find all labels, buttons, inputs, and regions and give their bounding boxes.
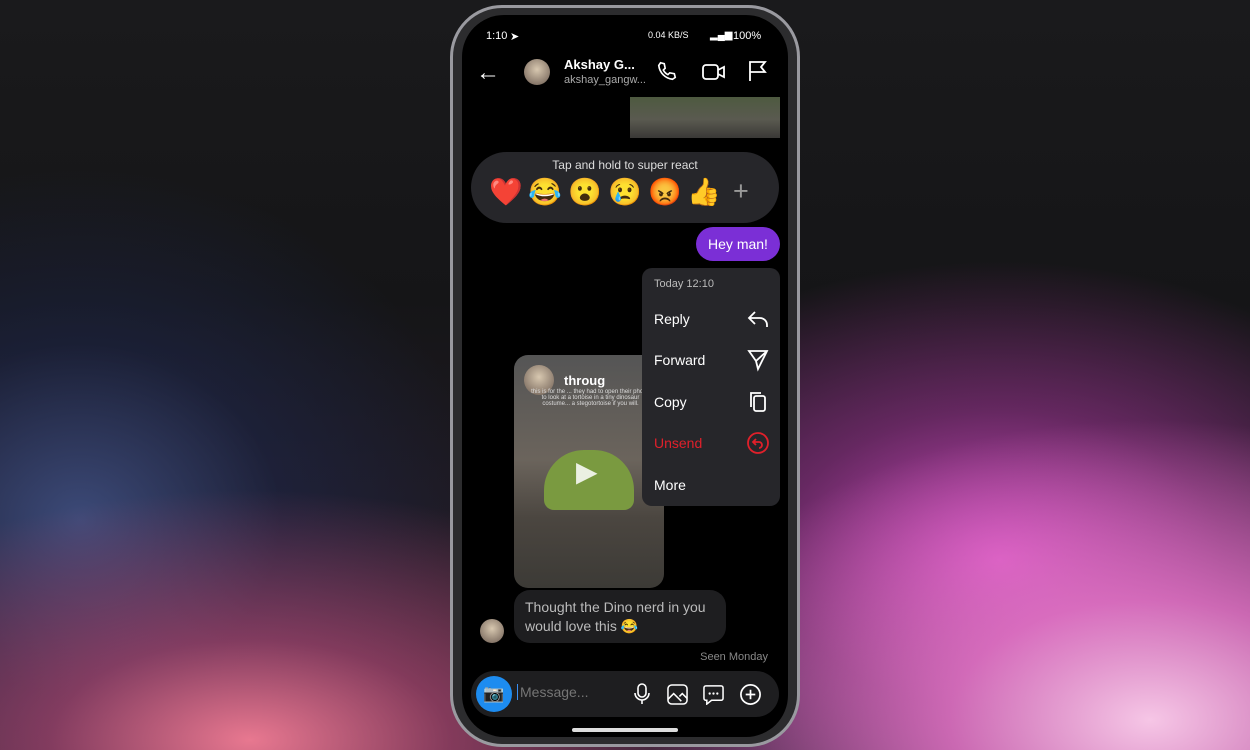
status-network: 0.04 KB/S bbox=[648, 30, 689, 40]
telegram-icon: ➤ bbox=[510, 31, 520, 43]
reaction-bar: Tap and hold to super react ❤️ 😂 😮 😢 😡 👍… bbox=[471, 152, 779, 223]
reel-overlay-text: this is for the ... they had to open the… bbox=[531, 389, 650, 407]
video-call-icon[interactable] bbox=[702, 62, 726, 82]
message-composer: 📷 bbox=[471, 671, 779, 717]
contact-avatar[interactable] bbox=[524, 59, 550, 85]
reaction-hint: Tap and hold to super react bbox=[552, 158, 698, 172]
gallery-icon[interactable] bbox=[667, 684, 688, 705]
reply-label: Reply bbox=[654, 311, 690, 327]
phone-screen: 1:10 ➤ 0.04 KB/S ▂▄▆ 100% ← Akshay G... … bbox=[462, 15, 788, 737]
menu-more[interactable]: More bbox=[642, 465, 780, 505]
sent-message[interactable]: Hey man! bbox=[696, 227, 780, 261]
sad-emoji-reaction[interactable]: 😢 bbox=[608, 176, 642, 208]
menu-copy[interactable]: Copy bbox=[642, 382, 780, 422]
message-timestamp: Today 12:10 bbox=[654, 278, 714, 290]
contact-name[interactable]: Akshay G... bbox=[564, 57, 635, 72]
status-time: 1:10 bbox=[486, 30, 508, 42]
heart-emoji-reaction[interactable]: ❤️ bbox=[489, 176, 523, 208]
phone-call-icon[interactable] bbox=[656, 60, 678, 82]
status-battery: 100% bbox=[733, 30, 762, 42]
contact-username[interactable]: akshay_gangw... bbox=[564, 74, 646, 86]
menu-reply[interactable]: Reply bbox=[642, 299, 780, 339]
flag-icon[interactable] bbox=[747, 60, 767, 82]
copy-label: Copy bbox=[654, 394, 687, 410]
message-input[interactable] bbox=[517, 684, 627, 700]
home-indicator[interactable] bbox=[572, 728, 678, 732]
add-icon[interactable] bbox=[739, 683, 762, 706]
unsend-icon bbox=[747, 432, 769, 454]
reel-title: throug bbox=[564, 373, 606, 388]
microphone-icon[interactable] bbox=[633, 683, 651, 705]
back-arrow-icon[interactable]: ← bbox=[476, 59, 500, 87]
add-reaction-button[interactable]: + bbox=[733, 176, 749, 207]
sticker-chat-icon[interactable] bbox=[703, 684, 724, 705]
shared-photo[interactable] bbox=[630, 97, 780, 138]
thumbs-up-emoji-reaction[interactable]: 👍 bbox=[687, 176, 721, 208]
copy-icon bbox=[750, 392, 766, 412]
angry-emoji-reaction[interactable]: 😡 bbox=[648, 176, 682, 208]
menu-forward[interactable]: Forward bbox=[642, 340, 780, 380]
sender-avatar bbox=[480, 619, 504, 643]
camera-button[interactable]: 📷 bbox=[476, 676, 512, 712]
menu-unsend[interactable]: Unsend bbox=[642, 423, 780, 463]
seen-status: Seen Monday bbox=[700, 651, 768, 663]
play-icon[interactable]: ▶ bbox=[576, 455, 598, 488]
unsend-label: Unsend bbox=[654, 435, 703, 451]
laugh-emoji-reaction[interactable]: 😂 bbox=[528, 176, 562, 208]
more-label: More bbox=[654, 477, 686, 493]
send-icon bbox=[747, 350, 769, 372]
message-context-menu: Today 12:10 Reply Forward Copy Unsend Mo… bbox=[642, 268, 780, 506]
wow-emoji-reaction[interactable]: 😮 bbox=[568, 176, 602, 208]
forward-label: Forward bbox=[654, 352, 706, 368]
received-message[interactable]: Thought the Dino nerd in you would love … bbox=[514, 590, 726, 643]
signal-icon: ▂▄▆ bbox=[710, 30, 733, 41]
reply-icon bbox=[747, 311, 768, 327]
